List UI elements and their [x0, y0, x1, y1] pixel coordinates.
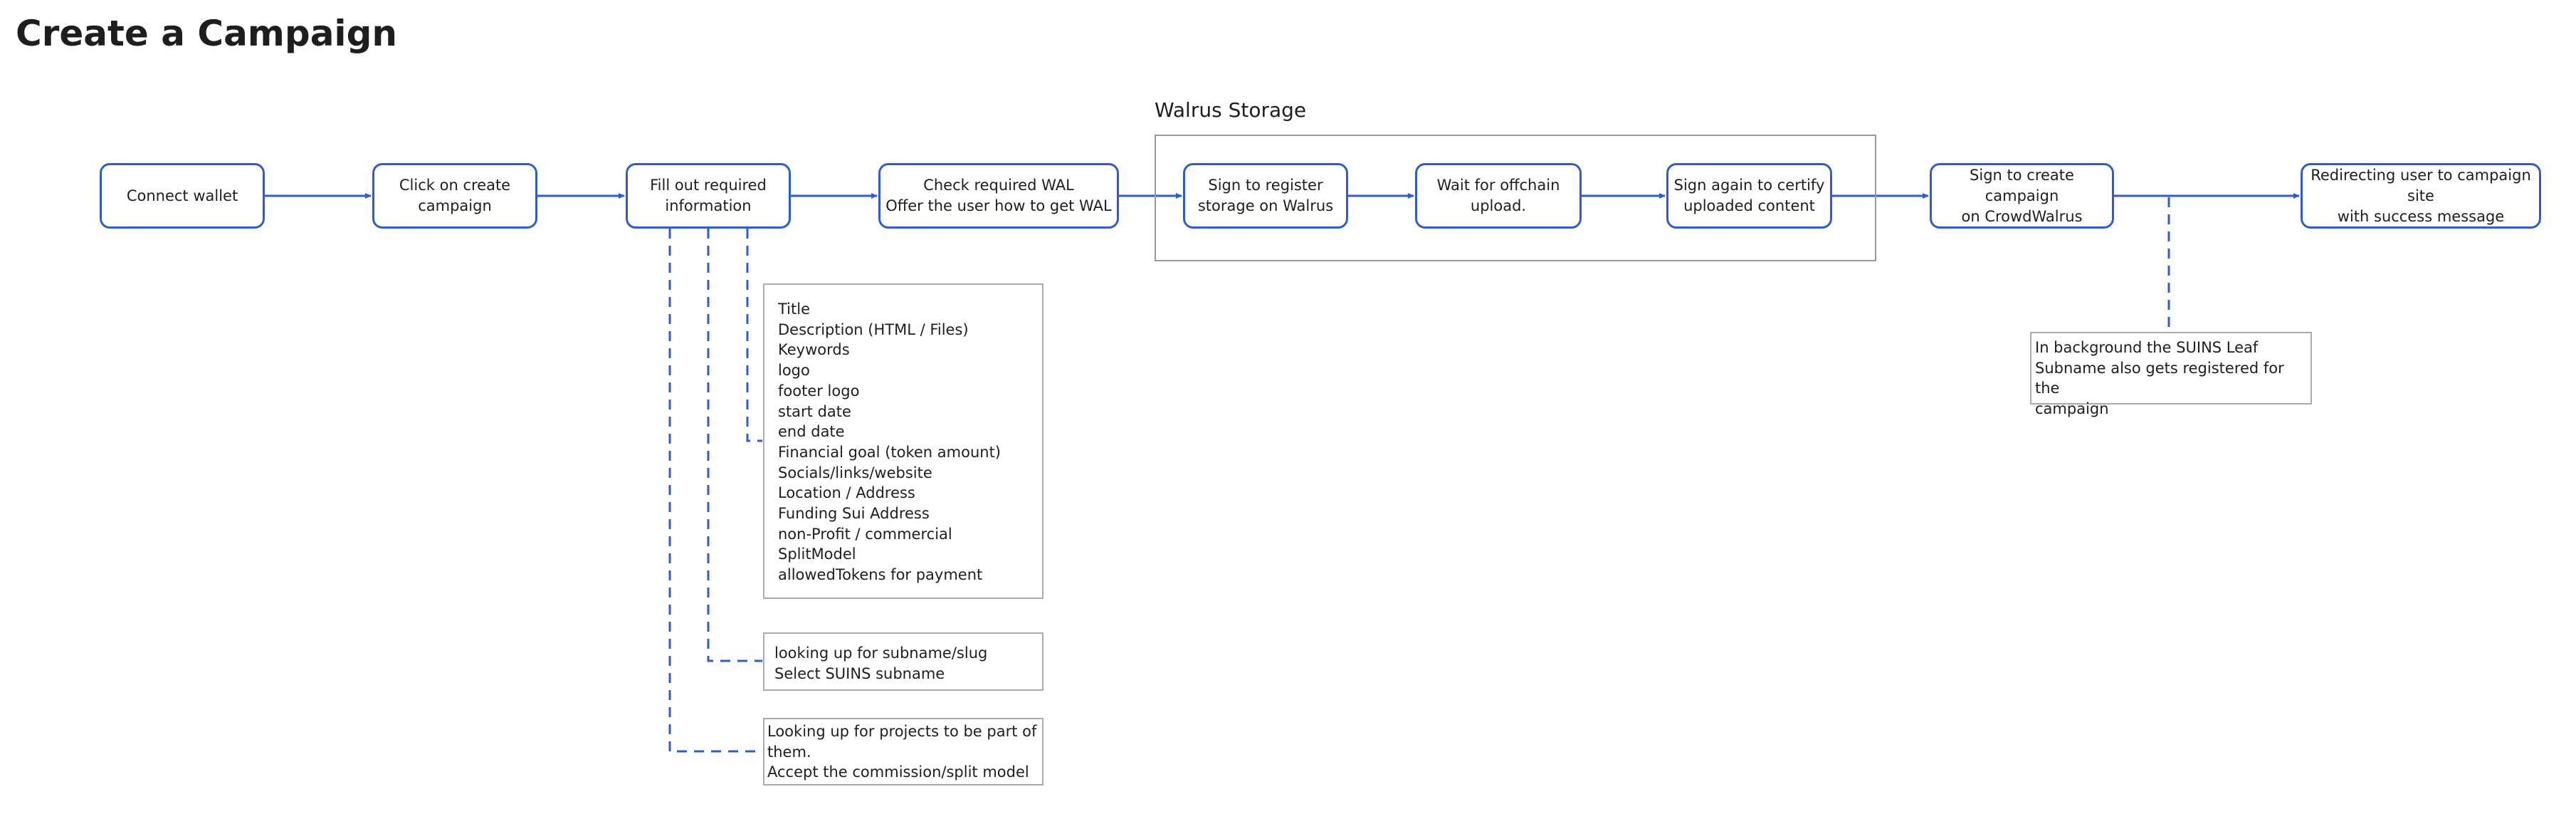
flow-connectors: [265, 193, 2300, 753]
step-sign-register-storage[interactable]: Sign to register storage on Walrus: [1183, 163, 1348, 229]
note-campaign-fields: Title Description (HTML / Files) Keyword…: [763, 283, 1043, 599]
walrus-storage-label: Walrus Storage: [1155, 98, 1307, 122]
dashed-link-fields: [746, 229, 762, 442]
step-click-create-campaign[interactable]: Click on create campaign: [372, 163, 537, 229]
note-suins-background: In background the SUINS Leaf Subname als…: [2030, 332, 2312, 417]
note-subname-lookup: looking up for subname/slug Select SUINS…: [763, 632, 1043, 691]
step-connect-wallet[interactable]: Connect wallet: [100, 163, 265, 229]
step-wait-offchain-upload[interactable]: Wait for offchain upload.: [1415, 163, 1582, 229]
note-projects-lookup: Looking up for projects to be part of th…: [763, 718, 1043, 786]
step-check-required-wal[interactable]: Check required WAL Offer the user how to…: [878, 163, 1119, 229]
dashed-link-projects: [668, 229, 762, 753]
step-redirect-success[interactable]: Redirecting user to campaign site with s…: [2301, 163, 2541, 229]
step-sign-certify-content[interactable]: Sign again to certify uploaded content: [1666, 163, 1832, 229]
step-fill-required-information[interactable]: Fill out required information: [626, 163, 791, 229]
dashed-link-subname: [707, 229, 762, 662]
step-sign-create-campaign[interactable]: Sign to create campaign on CrowdWalrus: [1930, 163, 2114, 229]
